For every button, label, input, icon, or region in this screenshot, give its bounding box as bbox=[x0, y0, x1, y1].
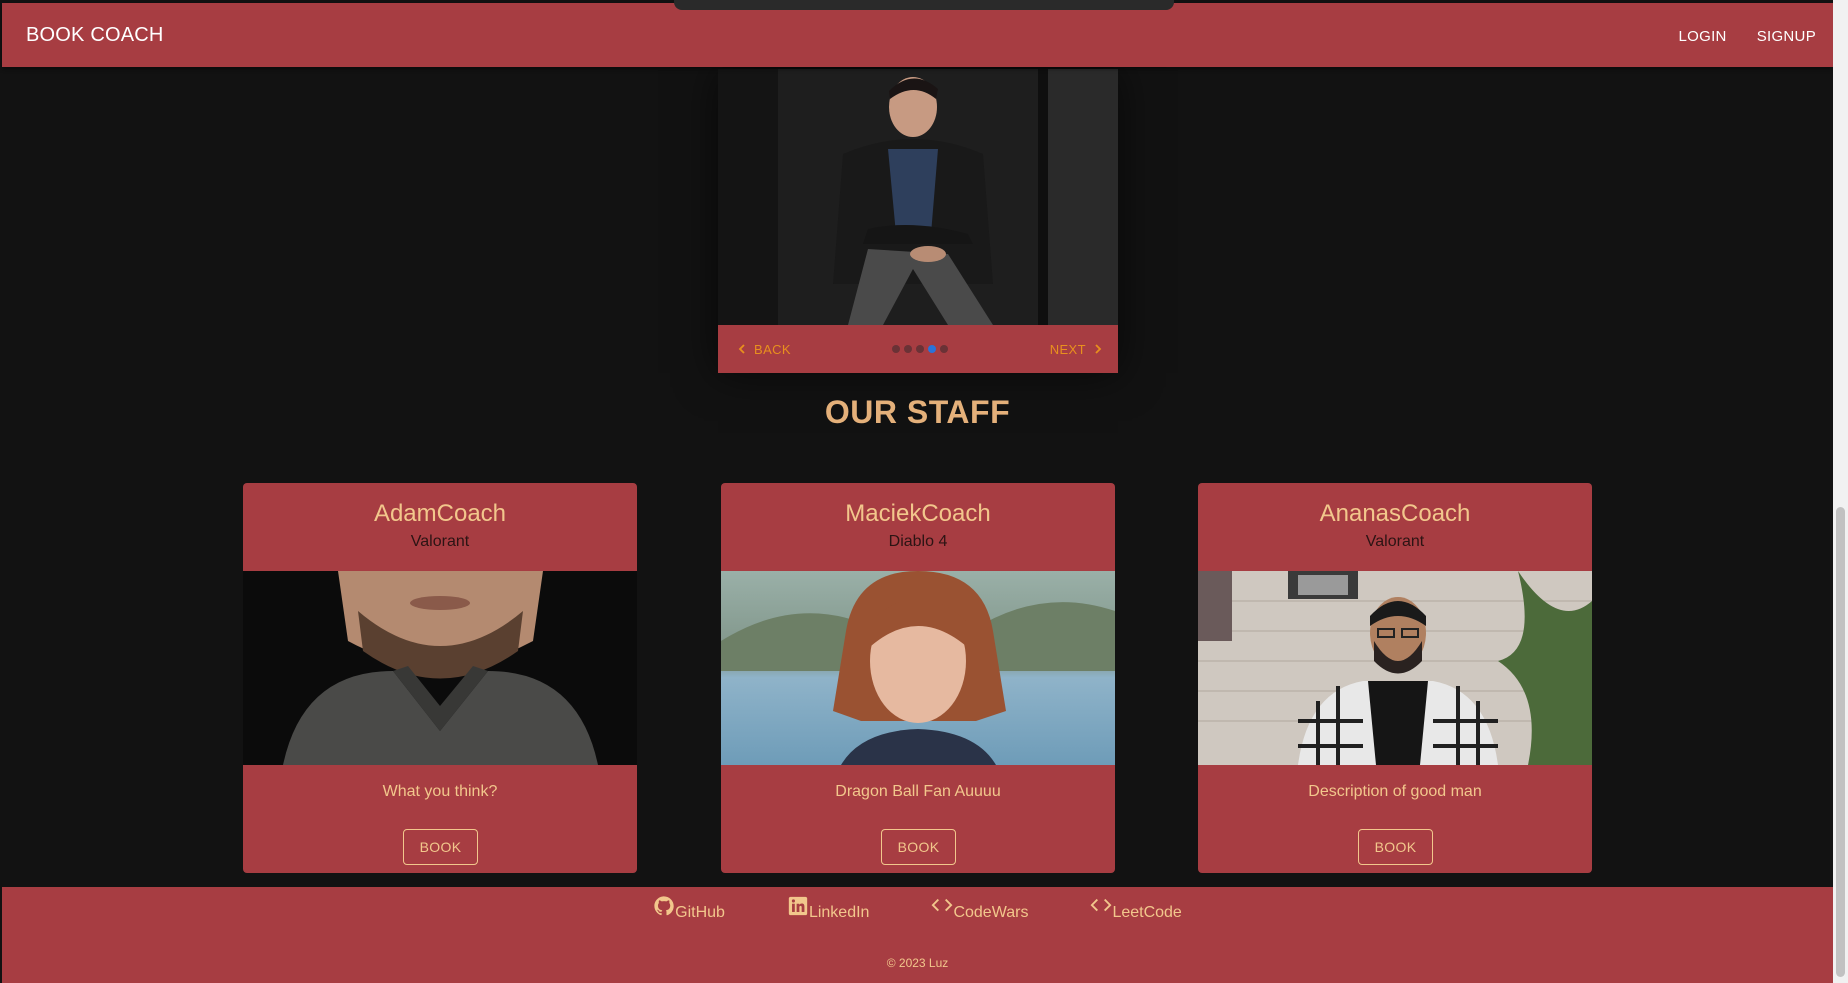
coach-name: AnanasCoach bbox=[1319, 500, 1471, 527]
copyright: © 2023 Luz bbox=[886, 956, 949, 970]
linkedin-label: LinkedIn bbox=[808, 904, 870, 921]
coach-card: AnanasCoach Valorant Description of good… bbox=[1198, 483, 1592, 873]
scrollbar-thumb[interactable] bbox=[1836, 507, 1845, 977]
github-icon bbox=[654, 896, 674, 916]
coach-game: Valorant bbox=[1365, 533, 1425, 550]
book-button[interactable]: BOOK bbox=[881, 829, 956, 865]
book-button[interactable]: BOOK bbox=[403, 829, 478, 865]
next-button[interactable]: NEXT bbox=[1050, 342, 1104, 357]
coach-game: Valorant bbox=[410, 533, 470, 550]
coach-description: What you think? bbox=[382, 783, 498, 800]
coach-game: Diablo 4 bbox=[888, 533, 948, 550]
leetcode-link[interactable]: LeetCode bbox=[1090, 897, 1182, 922]
back-button[interactable]: BACK bbox=[736, 342, 791, 357]
github-label: GitHub bbox=[675, 904, 725, 921]
chevron-left-icon bbox=[738, 344, 745, 354]
coach-description: Description of good man bbox=[1308, 783, 1482, 800]
login-button[interactable]: LOGIN bbox=[1670, 28, 1736, 45]
coach-photo bbox=[243, 571, 637, 765]
github-link[interactable]: GitHub bbox=[653, 896, 725, 922]
leetcode-label: LeetCode bbox=[1112, 904, 1182, 921]
coach-photo bbox=[721, 571, 1115, 765]
carousel-image bbox=[718, 69, 1118, 325]
code-icon bbox=[1090, 898, 1112, 912]
footer-links: GitHub LinkedIn CodeWars LeetCode bbox=[2, 896, 1833, 922]
book-button[interactable]: BOOK bbox=[1358, 829, 1433, 865]
step-dot[interactable] bbox=[904, 345, 913, 353]
navbar: BOOK COACH LOGIN SIGNUP bbox=[2, 3, 1833, 67]
carousel-stepper: BACK NEXT bbox=[718, 325, 1118, 373]
code-icon bbox=[931, 898, 953, 912]
step-dot[interactable] bbox=[940, 345, 949, 353]
next-label: NEXT bbox=[1049, 341, 1086, 357]
codewars-link[interactable]: CodeWars bbox=[931, 897, 1028, 922]
brand-logo[interactable]: BOOK COACH bbox=[26, 24, 164, 47]
codewars-label: CodeWars bbox=[953, 904, 1029, 921]
coach-carousel: BACK NEXT bbox=[718, 69, 1118, 373]
step-dot[interactable] bbox=[916, 345, 925, 353]
footer: GitHub LinkedIn CodeWars LeetCode © 2023… bbox=[2, 887, 1833, 983]
chevron-right-icon bbox=[1095, 344, 1102, 354]
step-dots bbox=[892, 345, 949, 353]
section-title: OUR STAFF bbox=[824, 394, 1011, 430]
coach-photo bbox=[1198, 571, 1592, 765]
back-label: BACK bbox=[754, 341, 792, 357]
step-dot[interactable] bbox=[892, 345, 901, 353]
coach-card: AdamCoach Valorant What you think? BOOK bbox=[243, 483, 637, 873]
nav-links: LOGIN SIGNUP bbox=[1670, 28, 1826, 45]
signup-button[interactable]: SIGNUP bbox=[1748, 28, 1825, 45]
coach-description: Dragon Ball Fan Auuuu bbox=[835, 783, 1001, 800]
top-tab bbox=[674, 0, 1174, 10]
linkedin-icon bbox=[788, 896, 808, 916]
coach-name: AdamCoach bbox=[373, 500, 507, 527]
coach-card: MaciekCoach Diablo 4 Dragon Ball Fan Auu… bbox=[721, 483, 1115, 873]
coach-name: MaciekCoach bbox=[845, 500, 991, 527]
step-dot-active[interactable] bbox=[928, 345, 937, 353]
linkedin-link[interactable]: LinkedIn bbox=[787, 896, 870, 922]
